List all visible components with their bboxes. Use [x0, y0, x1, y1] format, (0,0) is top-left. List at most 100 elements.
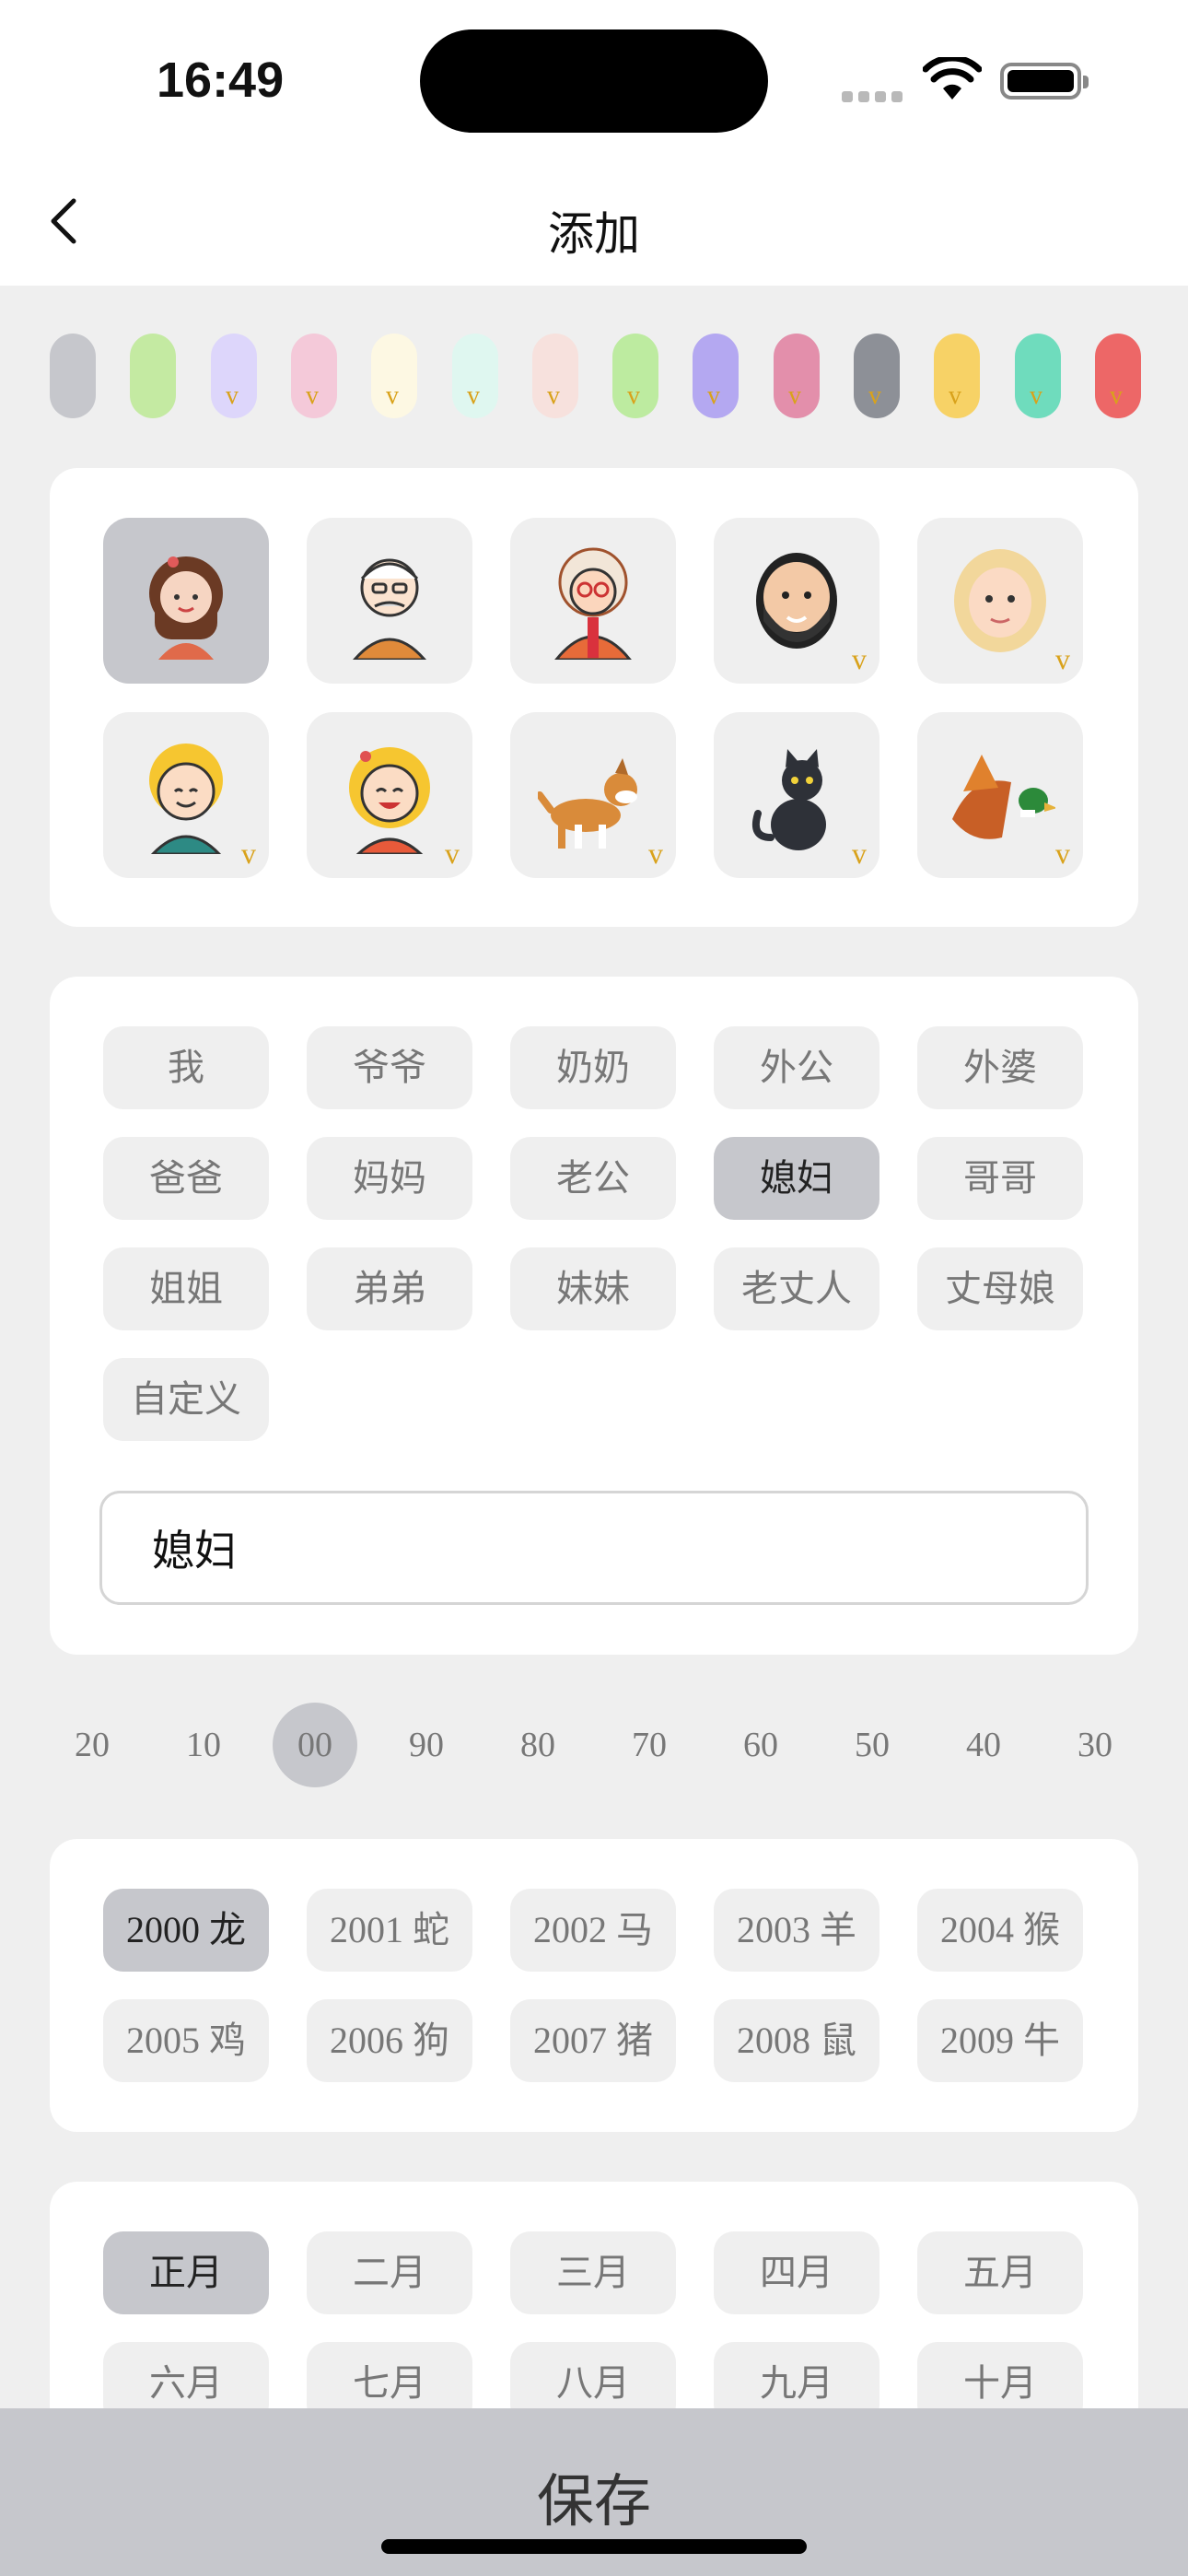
avatar-option[interactable]: [307, 518, 472, 684]
relation-name-input[interactable]: [99, 1491, 1089, 1605]
avatar-option[interactable]: v: [917, 518, 1083, 684]
grandma-avatar-icon: [554, 547, 632, 660]
vip-mark: v: [949, 381, 961, 410]
status-bar: 16:49: [0, 0, 1188, 157]
color-swatch[interactable]: v: [934, 334, 980, 418]
year-chip[interactable]: 2007 猪: [510, 1999, 676, 2082]
year-chip[interactable]: 2003 羊: [714, 1889, 879, 1972]
vip-mark: v: [627, 381, 640, 410]
relation-chip[interactable]: 姐姐: [103, 1247, 269, 1330]
avatar-option[interactable]: v: [917, 712, 1083, 878]
vip-mark: v: [445, 837, 460, 870]
relation-chip[interactable]: 妹妹: [510, 1247, 676, 1330]
blonde-woman-avatar-icon: [954, 549, 1046, 652]
vip-mark: v: [226, 381, 239, 410]
year-chip[interactable]: 2006 狗: [307, 1999, 472, 2082]
decade-option[interactable]: 70: [607, 1703, 692, 1787]
battery-icon: [1000, 63, 1089, 100]
year-chip[interactable]: 2001 蛇: [307, 1889, 472, 1972]
decade-option[interactable]: 20: [50, 1703, 134, 1787]
status-time: 16:49: [157, 53, 285, 108]
year-chip[interactable]: 2009 牛: [917, 1999, 1083, 2082]
month-chip[interactable]: 四月: [714, 2231, 879, 2314]
wifi-icon: [923, 57, 982, 100]
color-swatch[interactable]: v: [854, 334, 900, 418]
relation-chip[interactable]: 老丈人: [714, 1247, 879, 1330]
vip-mark: v: [1110, 381, 1123, 410]
avatar-option[interactable]: v: [103, 712, 269, 878]
year-picker-card: 2000 龙 2001 蛇 2002 马 2003 羊 2004 猴 2005 鸡 2006…: [50, 1839, 1138, 2132]
vip-mark: v: [852, 837, 867, 870]
color-swatch[interactable]: v: [774, 334, 820, 418]
vip-mark: v: [868, 381, 881, 410]
vip-mark: v: [788, 381, 801, 410]
decade-option[interactable]: 30: [1053, 1703, 1137, 1787]
vip-mark: v: [547, 381, 560, 410]
decade-option[interactable]: 50: [830, 1703, 914, 1787]
vip-mark: v: [707, 381, 720, 410]
relation-chip[interactable]: 自定义: [103, 1358, 269, 1441]
color-swatch[interactable]: v: [211, 334, 257, 418]
vip-mark: v: [467, 381, 480, 410]
avatar-option[interactable]: v: [510, 712, 676, 878]
color-swatch[interactable]: [130, 334, 176, 418]
relation-chip[interactable]: 奶奶: [510, 1026, 676, 1109]
relation-chip[interactable]: 爸爸: [103, 1137, 269, 1220]
relation-chip[interactable]: 老公: [510, 1137, 676, 1220]
relation-chip[interactable]: 哥哥: [917, 1137, 1083, 1220]
color-swatch[interactable]: v: [1095, 334, 1141, 418]
vip-mark: v: [241, 837, 256, 870]
decade-option[interactable]: 40: [941, 1703, 1026, 1787]
decade-option[interactable]: 80: [495, 1703, 580, 1787]
decade-option[interactable]: 10: [161, 1703, 246, 1787]
relation-chip[interactable]: 外公: [714, 1026, 879, 1109]
smiling-girl-avatar-icon: [349, 747, 430, 854]
decade-selector: 20 10 00 90 80 70 60 50 40 30: [0, 1703, 1188, 1787]
avatar-option[interactable]: v: [307, 712, 472, 878]
avatar-option[interactable]: [510, 518, 676, 684]
color-swatch[interactable]: v: [532, 334, 578, 418]
relation-chip[interactable]: 丈母娘: [917, 1247, 1083, 1330]
color-swatch[interactable]: v: [1015, 334, 1061, 418]
year-chip[interactable]: 2004 猴: [917, 1889, 1083, 1972]
color-swatch[interactable]: v: [371, 334, 417, 418]
year-chip[interactable]: 2000 龙: [103, 1889, 269, 1972]
relation-chip[interactable]: 妈妈: [307, 1137, 472, 1220]
year-chip[interactable]: 2002 马: [510, 1889, 676, 1972]
dog-avatar-icon: [538, 758, 637, 849]
color-swatch[interactable]: v: [452, 334, 498, 418]
cat-avatar-icon: [751, 749, 826, 850]
color-swatch[interactable]: v: [612, 334, 658, 418]
year-chip[interactable]: 2008 鼠: [714, 1999, 879, 2082]
relation-chip[interactable]: 弟弟: [307, 1247, 472, 1330]
month-chip[interactable]: 二月: [307, 2231, 472, 2314]
duck-avatar-icon: [952, 755, 1055, 839]
year-chip[interactable]: 2005 鸡: [103, 1999, 269, 2082]
bearded-man-avatar-icon: [756, 553, 837, 649]
relation-chip[interactable]: 爷爷: [307, 1026, 472, 1109]
color-swatch[interactable]: v: [693, 334, 739, 418]
boy-avatar-icon: [149, 744, 223, 854]
decade-option[interactable]: 00: [273, 1703, 357, 1787]
relation-chip[interactable]: 外婆: [917, 1026, 1083, 1109]
cellular-signal-icon: [842, 88, 908, 106]
month-chip[interactable]: 三月: [510, 2231, 676, 2314]
relation-chip[interactable]: 媳妇: [714, 1137, 879, 1220]
color-swatch[interactable]: [50, 334, 96, 418]
avatar-option[interactable]: v: [714, 518, 879, 684]
vip-mark: v: [306, 381, 319, 410]
save-button-label: 保存: [536, 2467, 651, 2535]
decade-option[interactable]: 60: [718, 1703, 803, 1787]
girl-avatar-icon: [149, 556, 223, 660]
avatar-option[interactable]: [103, 518, 269, 684]
page-title: 添加: [548, 207, 640, 261]
avatar-option[interactable]: v: [714, 712, 879, 878]
vip-mark: v: [1055, 837, 1070, 870]
decade-option[interactable]: 90: [384, 1703, 469, 1787]
vip-mark: v: [648, 837, 663, 870]
dynamic-island: [420, 29, 768, 133]
relation-chip[interactable]: 我: [103, 1026, 269, 1109]
month-chip[interactable]: 正月: [103, 2231, 269, 2314]
color-swatch[interactable]: v: [291, 334, 337, 418]
month-chip[interactable]: 五月: [917, 2231, 1083, 2314]
